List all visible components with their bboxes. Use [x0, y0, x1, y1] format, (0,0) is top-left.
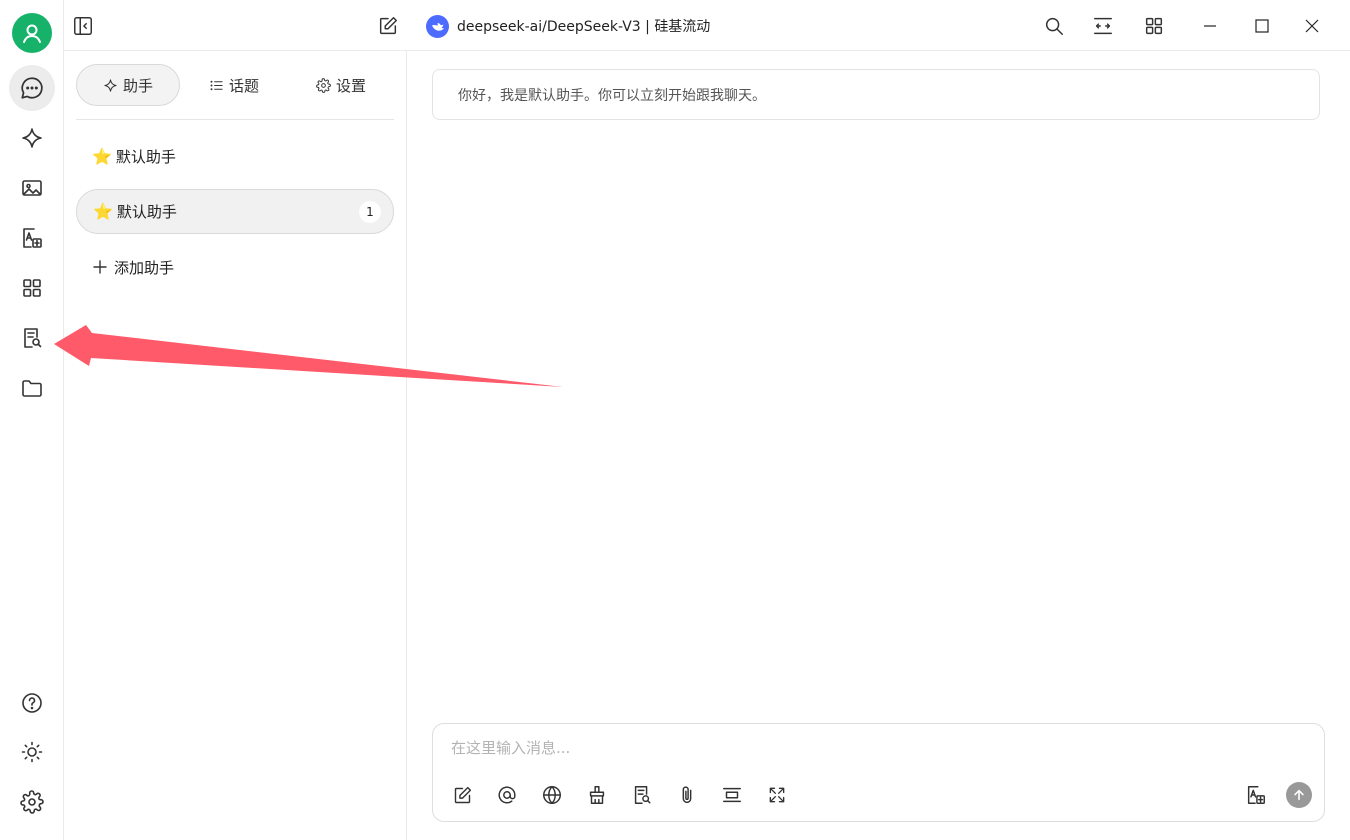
message-input[interactable] [451, 736, 1291, 760]
search-button[interactable] [1038, 10, 1070, 42]
image-icon [22, 180, 42, 196]
translate-icon [23, 228, 42, 248]
minimize-icon [1204, 25, 1216, 27]
tab-settings-label: 设置 [335, 76, 366, 95]
translate-icon [1247, 786, 1265, 804]
deepseek-logo-icon [426, 14, 449, 38]
tabs-divider [76, 119, 394, 120]
assistant-panel: 助手 话题 设置 ⭐ 默认助手 ⭐ 默认助手 1 添加助手 [64, 51, 407, 840]
chat-bubble-icon [21, 77, 43, 99]
edit-icon [454, 786, 471, 803]
rail-theme-button[interactable] [9, 729, 55, 775]
expand-horizontal-icon [1094, 17, 1112, 35]
gear-icon [316, 77, 331, 93]
add-assistant-label: 添加助手 [114, 258, 175, 277]
user-avatar[interactable] [12, 13, 52, 53]
sparkle-icon [22, 128, 42, 148]
toggle-sidebar-button[interactable] [67, 10, 99, 42]
globe-icon [543, 786, 561, 804]
maximize-icon [1255, 19, 1269, 33]
topic-count-badge: 1 [359, 201, 381, 223]
sparkle-icon [104, 78, 117, 92]
assistant-item-label: 默认助手 [115, 148, 176, 166]
assistant-item-label: 默认助手 [116, 203, 177, 221]
new-topic-button[interactable] [372, 10, 404, 42]
assistant-item-selected[interactable]: ⭐ 默认助手 1 [76, 189, 394, 234]
rail-help-button[interactable] [9, 680, 55, 726]
tab-assistants[interactable]: 助手 [76, 64, 180, 106]
close-icon [1305, 19, 1319, 33]
tab-topics-label: 话题 [228, 76, 259, 95]
folder-icon [22, 380, 42, 397]
model-title-text: deepseek-ai/DeepSeek-V3 | 硅基流动 [457, 19, 711, 35]
rail-chat-button[interactable] [9, 65, 55, 111]
window-close-button[interactable] [1296, 10, 1328, 42]
panel-tabs: 助手 话题 设置 [76, 64, 394, 106]
expand-width-button[interactable] [719, 782, 745, 808]
clear-context-button[interactable] [584, 782, 610, 808]
translate-input-button[interactable] [1243, 782, 1269, 808]
knowledge-base-button[interactable] [629, 782, 655, 808]
align-center-icon [723, 787, 741, 803]
tab-settings[interactable]: 设置 [288, 64, 394, 106]
message-composer [432, 723, 1325, 822]
search-icon [1045, 17, 1063, 35]
gear-icon [20, 790, 44, 814]
add-assistant-button[interactable]: 添加助手 [92, 254, 174, 280]
star-icon: ⭐ [92, 146, 112, 166]
rail-settings-button[interactable] [9, 779, 55, 825]
list-icon [210, 80, 223, 90]
tab-assistants-label: 助手 [122, 76, 153, 95]
help-icon [22, 693, 42, 713]
document-search-icon [24, 328, 42, 348]
web-search-button[interactable] [539, 782, 565, 808]
apps-grid-icon [23, 279, 41, 297]
sidebar-collapse-icon [74, 17, 92, 35]
title-bar: deepseek-ai/DeepSeek-V3 | 硅基流动 [64, 0, 1350, 51]
narrow-mode-button[interactable] [1087, 10, 1119, 42]
rail-files-button[interactable] [9, 365, 55, 411]
send-button[interactable] [1286, 782, 1312, 808]
brush-icon [589, 786, 605, 804]
paperclip-icon [682, 786, 692, 804]
mention-model-button[interactable] [494, 782, 520, 808]
fullscreen-icon [769, 787, 785, 803]
window-maximize-button[interactable] [1246, 10, 1278, 42]
attach-file-button[interactable] [674, 782, 700, 808]
star-icon: ⭐ [93, 201, 113, 221]
plus-icon [93, 260, 107, 274]
welcome-message-text: 你好，我是默认助手。你可以立刻开始跟我聊天。 [458, 87, 766, 104]
fullscreen-button[interactable] [764, 782, 790, 808]
user-icon [23, 24, 41, 43]
at-sign-icon [498, 786, 516, 804]
assistant-item[interactable]: ⭐ 默认助手 [76, 134, 394, 179]
model-selector[interactable]: deepseek-ai/DeepSeek-V3 | 硅基流动 [426, 13, 710, 39]
document-search-icon [634, 786, 651, 804]
icon-rail [0, 0, 64, 840]
new-topic-tool-button[interactable] [449, 782, 475, 808]
rail-image-button[interactable] [9, 165, 55, 211]
edit-icon [379, 17, 397, 35]
rail-apps-button[interactable] [9, 265, 55, 311]
apps-grid-icon [1145, 17, 1163, 35]
window-minimize-button[interactable] [1194, 10, 1226, 42]
minapps-button[interactable] [1138, 10, 1170, 42]
arrow-up-icon [1294, 789, 1304, 801]
rail-translate-button[interactable] [9, 215, 55, 261]
chat-area: 你好，我是默认助手。你可以立刻开始跟我聊天。 [407, 51, 1350, 840]
tab-topics[interactable]: 话题 [180, 64, 288, 106]
sun-icon [21, 741, 43, 763]
whale-icon [431, 23, 444, 31]
welcome-message: 你好，我是默认助手。你可以立刻开始跟我聊天。 [432, 69, 1320, 120]
rail-knowledge-button[interactable] [9, 315, 55, 361]
rail-agents-button[interactable] [9, 115, 55, 161]
